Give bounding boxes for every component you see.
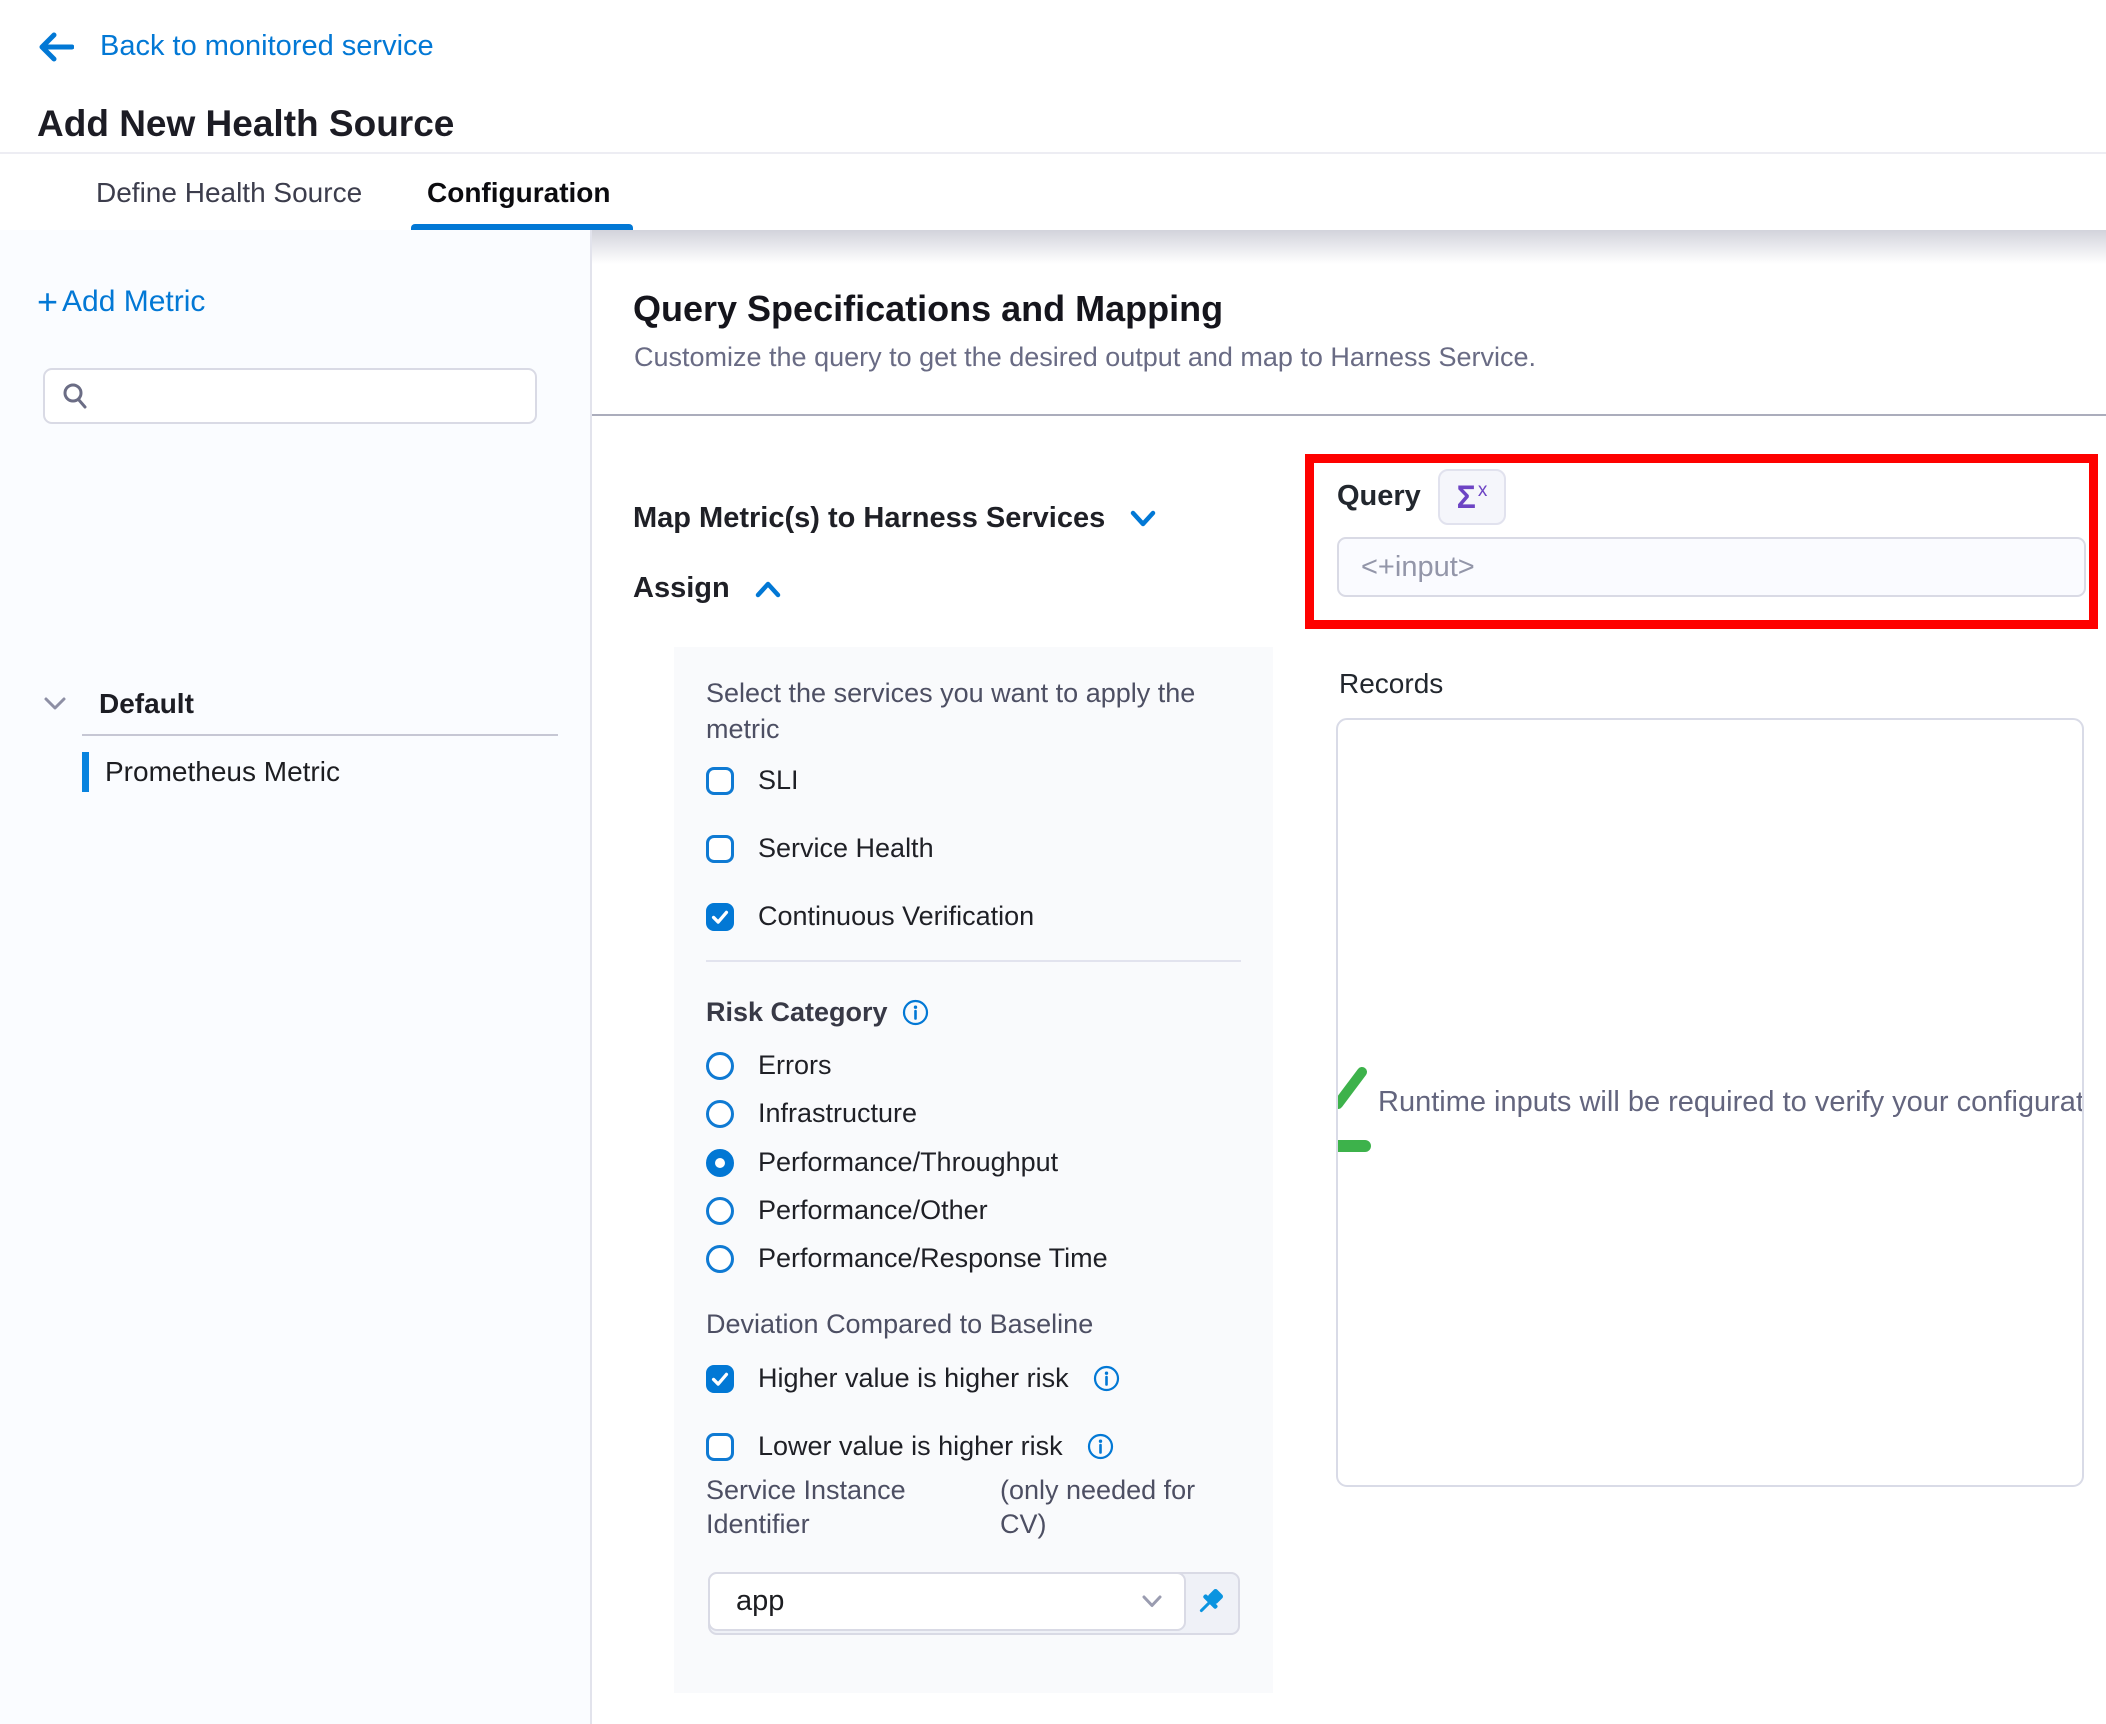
checkbox-lower-value-risk[interactable]: Lower value is higher risk: [706, 1431, 1114, 1462]
panel-divider: [706, 960, 1241, 962]
add-health-source-screen: Back to monitored service Add New Health…: [0, 0, 2106, 1724]
checkbox-icon: [706, 767, 734, 795]
checkbox-continuous-verification[interactable]: Continuous Verification: [706, 901, 1034, 932]
service-instance-value: app: [736, 1585, 784, 1618]
radio-icon: [706, 1197, 734, 1225]
checkbox-higher-value-risk[interactable]: Higher value is higher risk: [706, 1363, 1120, 1394]
tab-bar: Define Health Source Configuration: [0, 152, 2106, 232]
metric-group-default[interactable]: Default: [43, 688, 194, 720]
records-panel: Runtime inputs will be required to verif…: [1336, 718, 2084, 1487]
sigma-sup: x: [1478, 480, 1488, 502]
sigma-icon: Σ: [1457, 479, 1476, 516]
query-input[interactable]: [1337, 537, 2086, 597]
metrics-sidebar: + Add Metric Default Prometheus Metr: [0, 230, 592, 1724]
info-icon[interactable]: [902, 999, 929, 1026]
radio-label: Performance/Throughput: [758, 1147, 1058, 1178]
chevron-down-icon: [1140, 1594, 1164, 1610]
radio-icon: [706, 1052, 734, 1080]
radio-performance-other[interactable]: Performance/Other: [706, 1195, 988, 1226]
checkbox-label: SLI: [758, 765, 799, 796]
checkbox-icon: [706, 835, 734, 863]
chevron-down-icon: [1129, 509, 1157, 529]
records-label: Records: [1339, 668, 1443, 700]
risk-category-header: Risk Category: [706, 997, 929, 1028]
checkbox-service-health[interactable]: Service Health: [706, 833, 934, 864]
radio-label: Errors: [758, 1050, 832, 1081]
section-subheading: Customize the query to get the desired o…: [634, 342, 1536, 373]
service-instance-dropdown: app: [708, 1572, 1240, 1635]
section-heading: Query Specifications and Mapping: [633, 288, 1223, 330]
risk-category-label: Risk Category: [706, 997, 888, 1028]
plus-icon: +: [37, 287, 58, 317]
selected-metric-indicator: [82, 752, 89, 792]
section-divider: [592, 414, 2106, 416]
search-icon: [61, 382, 89, 410]
query-label: Query: [1337, 480, 1421, 513]
assign-section-toggle[interactable]: Assign: [633, 572, 782, 605]
checkbox-sli[interactable]: SLI: [706, 765, 799, 796]
back-arrow-icon: [38, 32, 74, 62]
tab-define-health-source[interactable]: Define Health Source: [96, 154, 362, 232]
radio-infrastructure[interactable]: Infrastructure: [706, 1098, 917, 1129]
service-instance-select[interactable]: app: [708, 1572, 1186, 1631]
map-metrics-section-toggle[interactable]: Map Metric(s) to Harness Services: [633, 502, 1157, 535]
radio-label: Performance/Response Time: [758, 1243, 1108, 1274]
tab-configuration[interactable]: Configuration: [427, 154, 611, 232]
assign-panel: Select the services you want to apply th…: [674, 647, 1273, 1693]
radio-label: Performance/Other: [758, 1195, 988, 1226]
metric-group-label: Default: [99, 688, 194, 720]
service-instance-hint: (only needed for CV): [1000, 1473, 1240, 1541]
tabbar-shadow: [592, 230, 2106, 264]
map-metrics-label: Map Metric(s) to Harness Services: [633, 502, 1105, 535]
chevron-up-icon: [754, 579, 782, 599]
pushpin-icon: [1195, 1587, 1229, 1621]
metric-item-label: Prometheus Metric: [105, 756, 340, 788]
assign-label: Assign: [633, 572, 730, 605]
formula-sigma-button[interactable]: Σ x: [1438, 469, 1506, 525]
checkbox-label: Service Health: [758, 833, 934, 864]
sidebar-item-prometheus-metric[interactable]: Prometheus Metric: [82, 752, 340, 792]
metric-search-input[interactable]: [103, 380, 527, 413]
metric-search-box: [43, 368, 537, 424]
chevron-down-icon: [43, 696, 67, 712]
radio-performance-throughput[interactable]: Performance/Throughput: [706, 1147, 1058, 1178]
deviation-label: Deviation Compared to Baseline: [706, 1309, 1093, 1340]
radio-label: Infrastructure: [758, 1098, 917, 1129]
runtime-input-pin-button[interactable]: [1186, 1574, 1238, 1633]
back-link-label: Back to monitored service: [100, 30, 434, 63]
info-icon[interactable]: [1093, 1365, 1120, 1392]
service-instance-label: Service Instance Identifier: [706, 1473, 966, 1541]
checkbox-icon: [706, 1433, 734, 1461]
page-header: Back to monitored service Add New Health…: [0, 0, 2106, 152]
runtime-inputs-message: Runtime inputs will be required to verif…: [1378, 1086, 2084, 1119]
services-select-label: Select the services you want to apply th…: [706, 675, 1206, 747]
checkbox-label: Higher value is higher risk: [758, 1363, 1069, 1394]
checkbox-label: Lower value is higher risk: [758, 1431, 1063, 1462]
page-title: Add New Health Source: [37, 103, 454, 145]
radio-errors[interactable]: Errors: [706, 1050, 832, 1081]
radio-icon: [706, 1245, 734, 1273]
radio-performance-response-time[interactable]: Performance/Response Time: [706, 1243, 1108, 1274]
add-metric-button[interactable]: + Add Metric: [37, 285, 205, 319]
radio-icon: [706, 1100, 734, 1128]
checkbox-label: Continuous Verification: [758, 901, 1034, 932]
group-divider: [82, 734, 558, 736]
add-metric-label: Add Metric: [62, 285, 205, 319]
back-to-monitored-service-link[interactable]: Back to monitored service: [38, 30, 434, 63]
radio-selected-icon: [706, 1149, 734, 1177]
checkbox-checked-icon: [706, 1365, 734, 1393]
main-content: Query Specifications and Mapping Customi…: [592, 230, 2106, 1724]
checkbox-checked-icon: [706, 903, 734, 931]
info-icon[interactable]: [1087, 1433, 1114, 1460]
